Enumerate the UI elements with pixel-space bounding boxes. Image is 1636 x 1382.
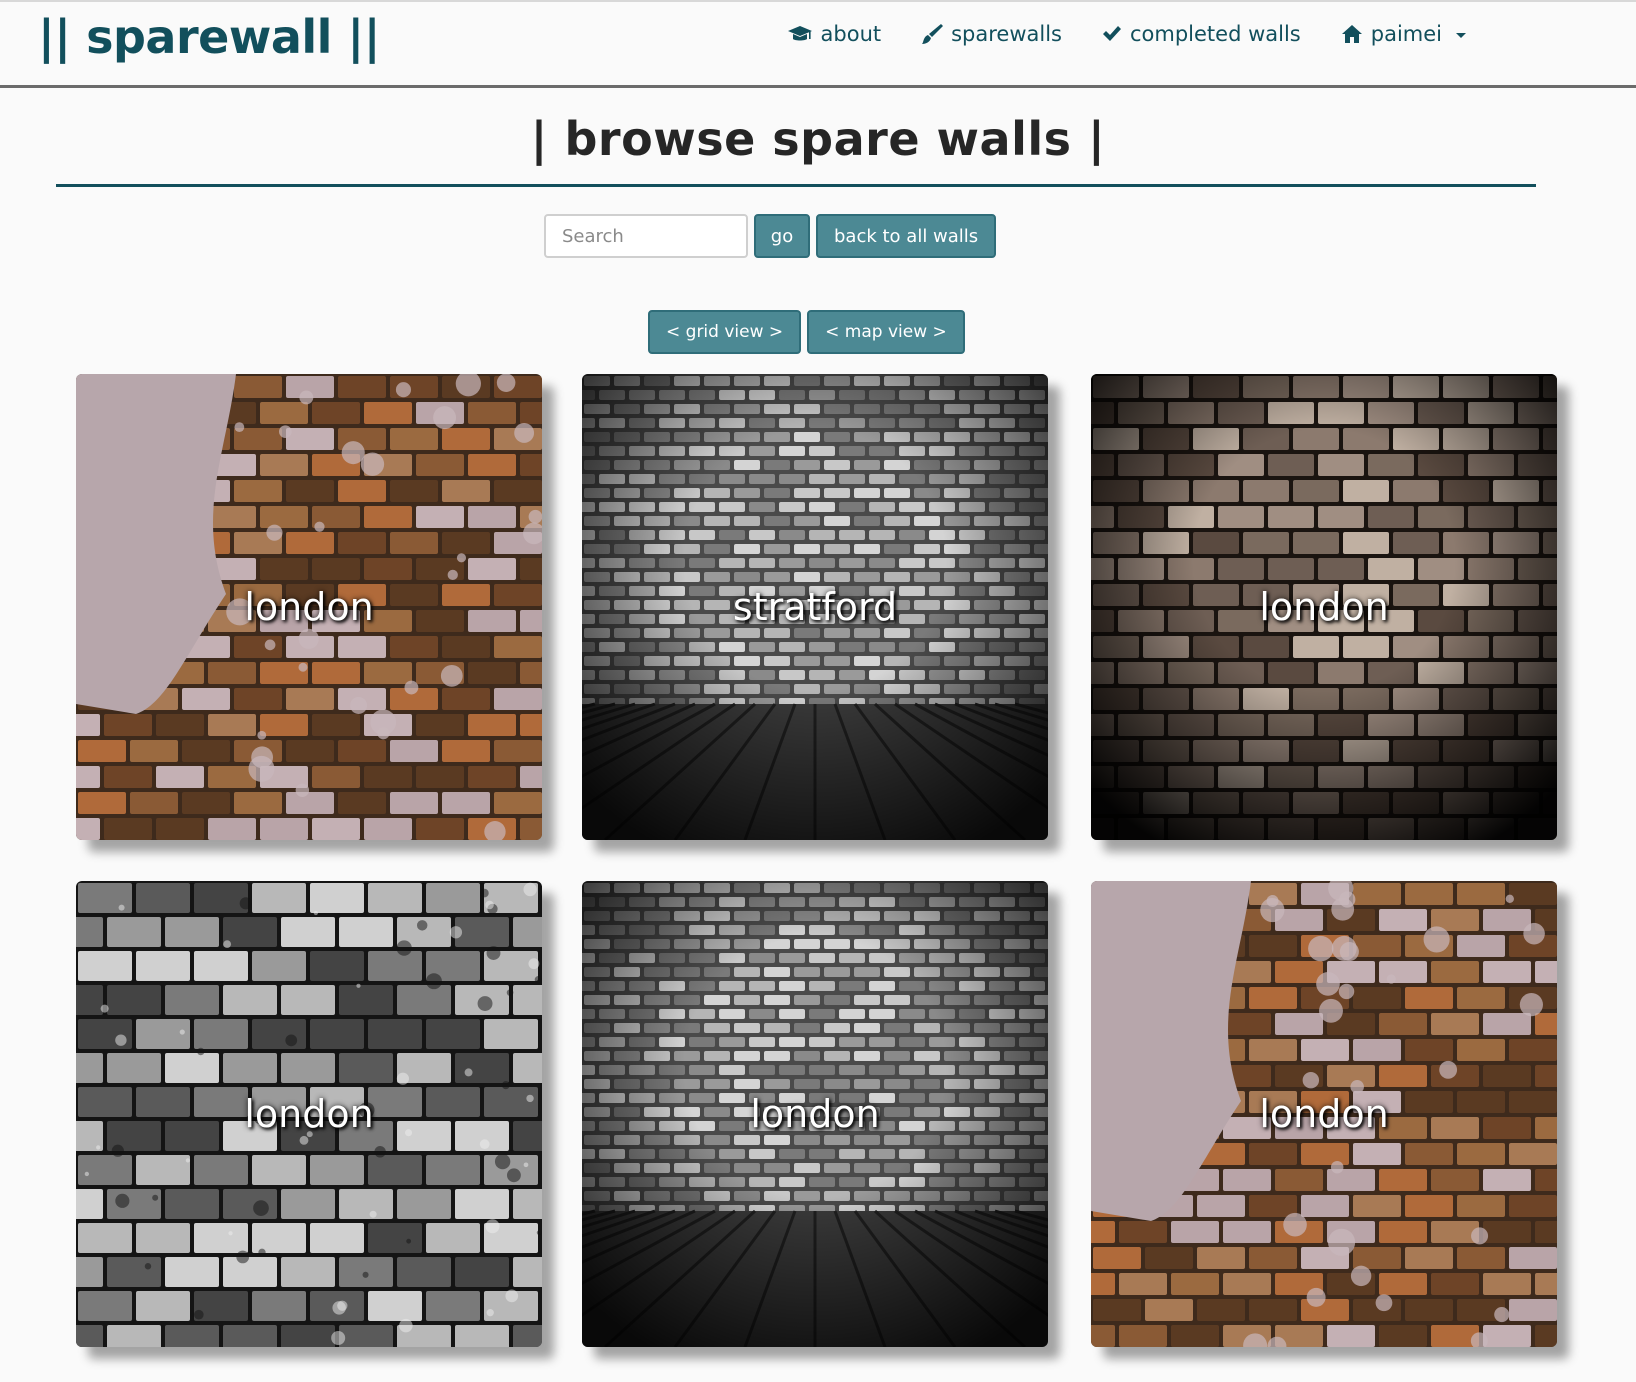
- checkmark-icon: [1102, 25, 1122, 43]
- nav-user-label: paimei: [1370, 22, 1442, 46]
- wall-card[interactable]: london: [1091, 881, 1557, 1347]
- top-navbar: || sparewall || about sparewalls complet…: [0, 0, 1636, 88]
- walls-grid: london stratford london london london lo…: [76, 374, 1558, 1354]
- wall-card[interactable]: london: [76, 374, 542, 840]
- brand-logo[interactable]: || sparewall ||: [38, 10, 381, 64]
- chevron-down-icon: [1456, 32, 1466, 38]
- nav-completed-walls[interactable]: completed walls: [1102, 22, 1301, 46]
- back-to-all-walls-button[interactable]: back to all walls: [816, 214, 997, 258]
- map-view-button[interactable]: < map view >: [807, 310, 965, 354]
- nav-sparewalls[interactable]: sparewalls: [921, 22, 1062, 46]
- wall-card[interactable]: stratford: [582, 374, 1048, 840]
- nav-completed-label: completed walls: [1130, 22, 1301, 46]
- wall-photo: [1091, 374, 1557, 840]
- page-title: | browse spare walls |: [530, 112, 1106, 166]
- nav-user-menu[interactable]: paimei: [1341, 22, 1466, 46]
- wall-card[interactable]: london: [76, 881, 542, 1347]
- nav-about-label: about: [820, 22, 882, 46]
- title-divider: [56, 184, 1536, 187]
- go-button[interactable]: go: [754, 214, 810, 258]
- grid-view-button[interactable]: < grid view >: [648, 310, 802, 354]
- main-nav: about sparewalls completed walls paimei: [787, 22, 1466, 46]
- wall-photo: [582, 881, 1048, 1347]
- wall-card[interactable]: london: [1091, 374, 1557, 840]
- wall-photo: [1091, 881, 1557, 1347]
- graduation-cap-icon: [787, 24, 813, 44]
- home-icon: [1341, 24, 1363, 44]
- wall-card[interactable]: london: [582, 881, 1048, 1347]
- wall-photo: [76, 374, 542, 840]
- wall-photo: [76, 881, 542, 1347]
- paintbrush-icon: [921, 23, 944, 45]
- search-bar: go back to all walls: [544, 214, 997, 258]
- nav-sparewalls-label: sparewalls: [951, 22, 1062, 46]
- search-input[interactable]: [544, 214, 748, 258]
- wall-photo: [582, 374, 1048, 840]
- nav-about[interactable]: about: [787, 22, 882, 46]
- view-toggle: < grid view > < map view >: [648, 310, 965, 354]
